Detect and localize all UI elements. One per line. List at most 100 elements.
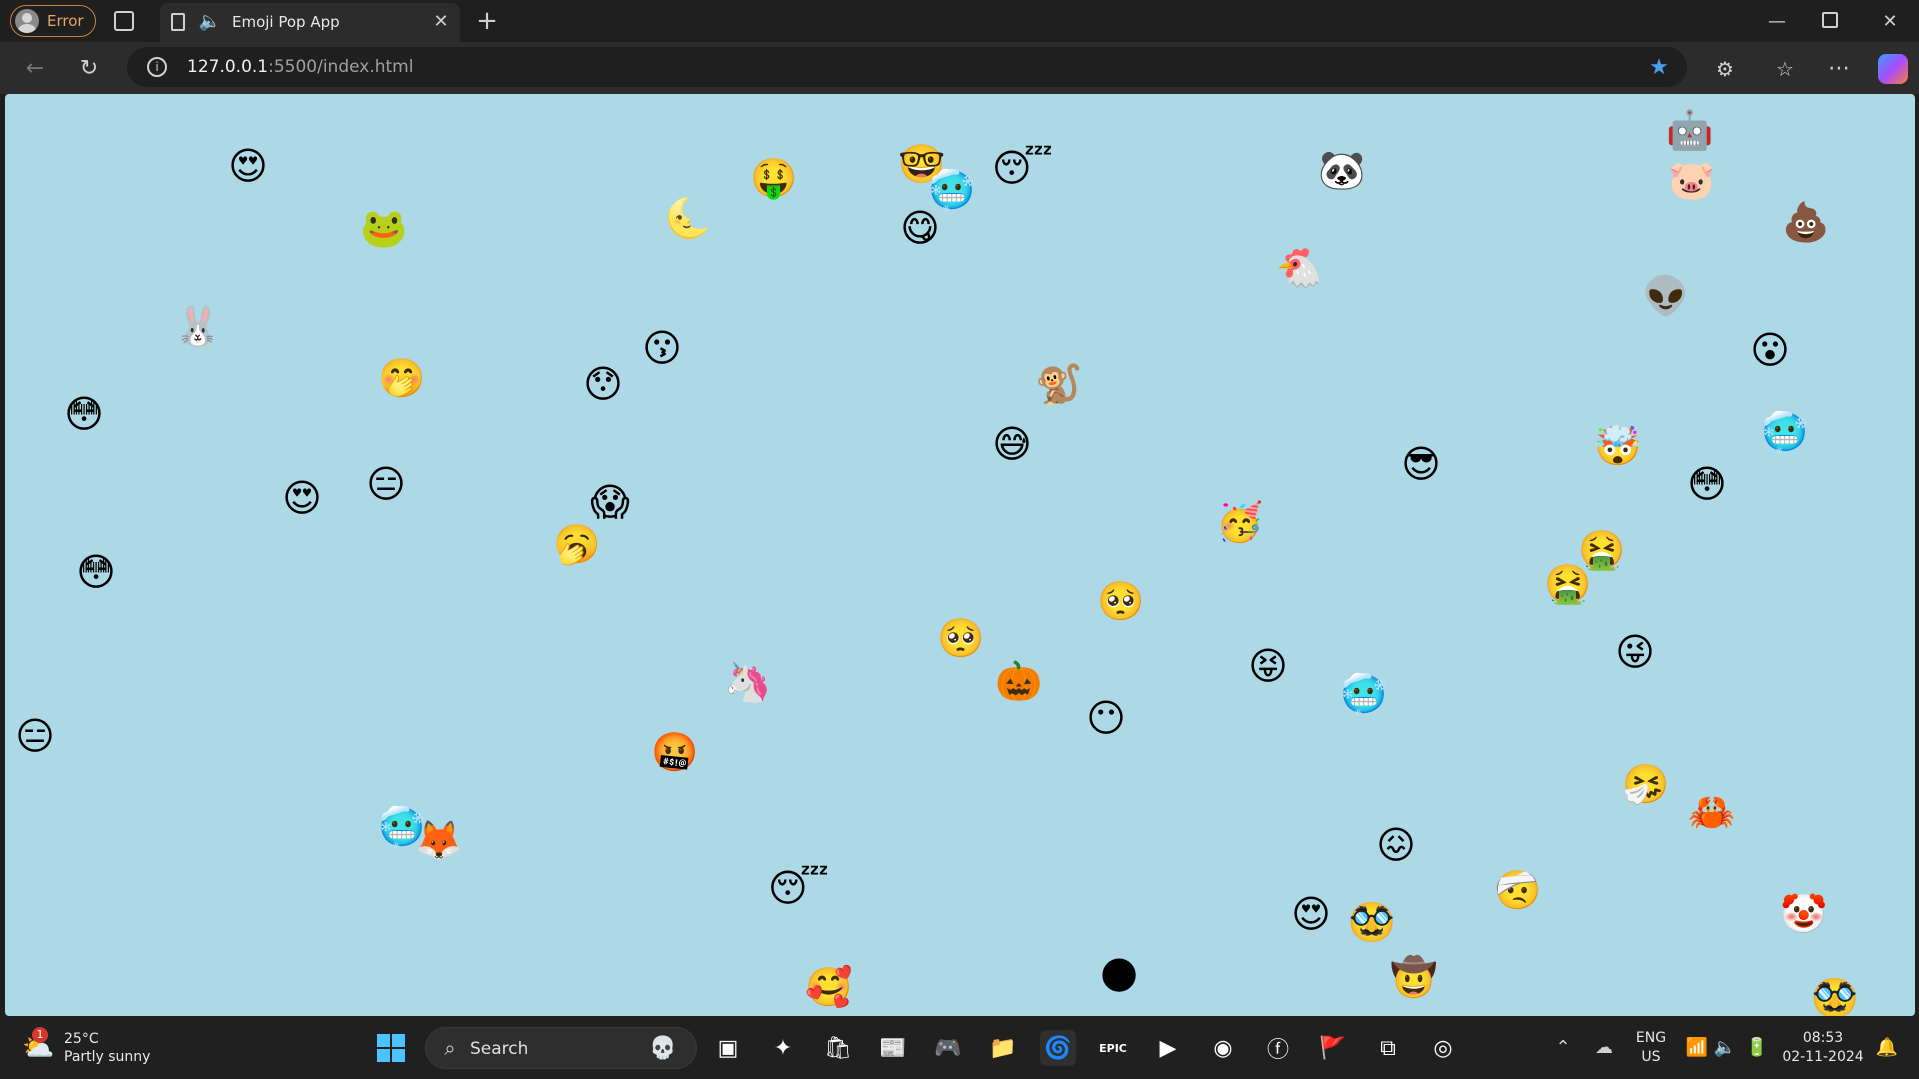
emoji-33[interactable]: 😳: [74, 550, 118, 594]
emoji-26[interactable]: 😍: [280, 476, 324, 520]
emoji-48[interactable]: 😴: [768, 866, 829, 910]
favorites-icon[interactable]: ☆: [1772, 56, 1798, 82]
emoji-51[interactable]: 😍: [1289, 892, 1333, 936]
emoji-18[interactable]: 🐒: [1035, 362, 1082, 406]
emoji-28[interactable]: 😱: [588, 480, 632, 524]
emoji-49[interactable]: 😖: [1374, 823, 1418, 867]
emoji-39[interactable]: 🎃: [995, 659, 1042, 703]
emoji-10[interactable]: 🐷: [1668, 158, 1715, 202]
store-icon[interactable]: 🛍: [820, 1030, 856, 1066]
weather-temp: 25°C: [64, 1031, 99, 1047]
emoji-30[interactable]: 🥱: [553, 522, 600, 566]
emoji-37[interactable]: 😜: [1613, 630, 1657, 674]
profile-avatar-icon: [15, 9, 39, 33]
emoji-15[interactable]: 😗: [640, 326, 684, 370]
emoji-54[interactable]: 🥰: [805, 965, 852, 1009]
tab-emoji-pop-app[interactable]: 🔈 Emoji Pop App ✕: [160, 3, 460, 42]
emoji-13[interactable]: 🐰: [174, 304, 221, 348]
facebook-icon[interactable]: ⓕ: [1260, 1030, 1296, 1066]
emoji-45[interactable]: 🦊: [415, 818, 462, 862]
emoji-7[interactable]: 😴: [992, 146, 1053, 190]
emoji-24[interactable]: 😎: [1399, 442, 1443, 486]
emoji-50[interactable]: 🤕: [1494, 868, 1541, 912]
edge-icon[interactable]: 🌀: [1040, 1030, 1076, 1066]
site-info-icon[interactable]: i: [147, 57, 167, 77]
more-menu-icon[interactable]: ⋯: [1826, 56, 1852, 82]
emoji-42[interactable]: 😑: [13, 714, 57, 758]
emoji-29[interactable]: 🥳: [1216, 500, 1263, 544]
extensions-icon[interactable]: ⚙: [1712, 56, 1738, 82]
emoji-8[interactable]: 🐼: [1318, 148, 1365, 192]
start-button[interactable]: [373, 1030, 409, 1066]
emoji-43[interactable]: 🤬: [651, 730, 698, 774]
emoji-9[interactable]: 🤖: [1666, 108, 1713, 152]
refresh-icon[interactable]: ↻: [76, 56, 102, 82]
emoji-1[interactable]: 🐸: [360, 206, 407, 250]
notification-bell-icon[interactable]: 🔔: [1876, 1037, 1898, 1059]
copilot-icon[interactable]: [1878, 54, 1908, 84]
minimize-icon[interactable]: —: [1765, 10, 1789, 34]
task-view-icon[interactable]: ▣: [710, 1030, 746, 1066]
emoji-0[interactable]: 😍: [226, 144, 270, 188]
address-bar[interactable]: i 127.0.0.1:5500/index.html ★: [127, 47, 1687, 87]
news-icon[interactable]: 📰: [875, 1030, 911, 1066]
emoji-20[interactable]: 😳: [62, 392, 106, 436]
emoji-3[interactable]: 🌜: [664, 196, 711, 240]
emoji-19[interactable]: 😮: [1748, 328, 1792, 372]
emoji-31[interactable]: 🤮: [1544, 562, 1591, 606]
emoji-16[interactable]: 🤭: [378, 356, 425, 400]
emoji-22[interactable]: 😅: [990, 422, 1034, 466]
restore-icon[interactable]: [1822, 12, 1838, 28]
new-tab-icon[interactable]: +: [474, 8, 500, 34]
back-icon[interactable]: ←: [22, 56, 48, 82]
chrome-icon[interactable]: ◉: [1205, 1030, 1241, 1066]
emoji-25[interactable]: 🤯: [1594, 424, 1641, 468]
vscode-icon[interactable]: ⧉: [1370, 1030, 1406, 1066]
close-window-icon[interactable]: ✕: [1878, 10, 1902, 34]
favorite-star-icon[interactable]: ★: [1647, 56, 1671, 80]
speaker-icon[interactable]: 🔈: [198, 11, 222, 33]
xbox-icon[interactable]: 🎮: [930, 1030, 966, 1066]
emoji-46[interactable]: 🤧: [1622, 762, 1669, 806]
emoji-52[interactable]: 🥸: [1348, 900, 1395, 944]
emoji-34[interactable]: 🥺: [1097, 579, 1144, 623]
onedrive-icon[interactable]: ☁: [1592, 1037, 1616, 1059]
emoji-56[interactable]: 🤠: [1390, 955, 1437, 999]
emoji-38[interactable]: 🦄: [724, 660, 771, 704]
emoji-17[interactable]: 😯: [581, 362, 625, 406]
emoji-57[interactable]: 🥸: [1811, 976, 1858, 1016]
wifi-icon[interactable]: 📶: [1686, 1037, 1708, 1059]
emoji-11[interactable]: 💩: [1782, 200, 1829, 244]
emoji-47[interactable]: 🦀: [1688, 790, 1735, 834]
emoji-55[interactable]: 🌑: [1097, 954, 1141, 998]
profile-button[interactable]: Error: [10, 5, 96, 37]
emoji-14[interactable]: 👽: [1642, 274, 1689, 318]
emoji-40[interactable]: 😶: [1084, 696, 1128, 740]
show-hidden-icons[interactable]: ⌃: [1552, 1037, 1574, 1059]
volume-icon[interactable]: 🔈: [1714, 1037, 1736, 1059]
emoji-32[interactable]: 😳: [1685, 462, 1729, 506]
taskbar-search[interactable]: ⌕ Search 💀: [425, 1027, 697, 1069]
emoji-41[interactable]: 🥶: [1340, 672, 1387, 716]
language-indicator[interactable]: ENG US: [1634, 1029, 1668, 1067]
copilot-taskbar-icon[interactable]: ✦: [765, 1030, 801, 1066]
emoji-35[interactable]: 🥺: [937, 616, 984, 660]
emoji-36[interactable]: 😝: [1246, 644, 1290, 688]
tab-actions-icon[interactable]: [114, 11, 134, 31]
emoji-12[interactable]: 🐔: [1276, 246, 1323, 290]
emoji-21[interactable]: 🥶: [1761, 410, 1808, 454]
youtube-icon[interactable]: ▶: [1150, 1030, 1186, 1066]
emoji-6[interactable]: 😋: [898, 206, 942, 250]
emoji-27[interactable]: 😑: [364, 462, 408, 506]
close-tab-icon[interactable]: ✕: [430, 11, 452, 33]
game-app-icon[interactable]: 🚩: [1315, 1030, 1351, 1066]
file-explorer-icon[interactable]: 📁: [985, 1030, 1021, 1066]
battery-icon[interactable]: 🔋: [1746, 1037, 1768, 1059]
emoji-2[interactable]: 🤑: [750, 156, 797, 200]
epic-games-icon[interactable]: EPIC: [1095, 1030, 1131, 1066]
emoji-53[interactable]: 🤡: [1780, 892, 1827, 936]
clock[interactable]: 08:53 02-11-2024: [1780, 1029, 1866, 1067]
profile-label: Error: [47, 12, 84, 30]
emoji-canvas[interactable]: 😍 🐸 🤑 🌜 🤓 🥶 😋 😴 🐼 🤖 🐷 💩 🐔 🐰 👽 😗 🤭 😯 🐒 😮 😳 🥶 😅 🤮 😎 🤯 😍 😑 😱 🥳 🥱 🤮 😳 😳 🥺 🥺 😝 😜 🦄 🎃…: [5, 94, 1915, 1016]
chrome-profile-icon[interactable]: ◎: [1425, 1030, 1461, 1066]
